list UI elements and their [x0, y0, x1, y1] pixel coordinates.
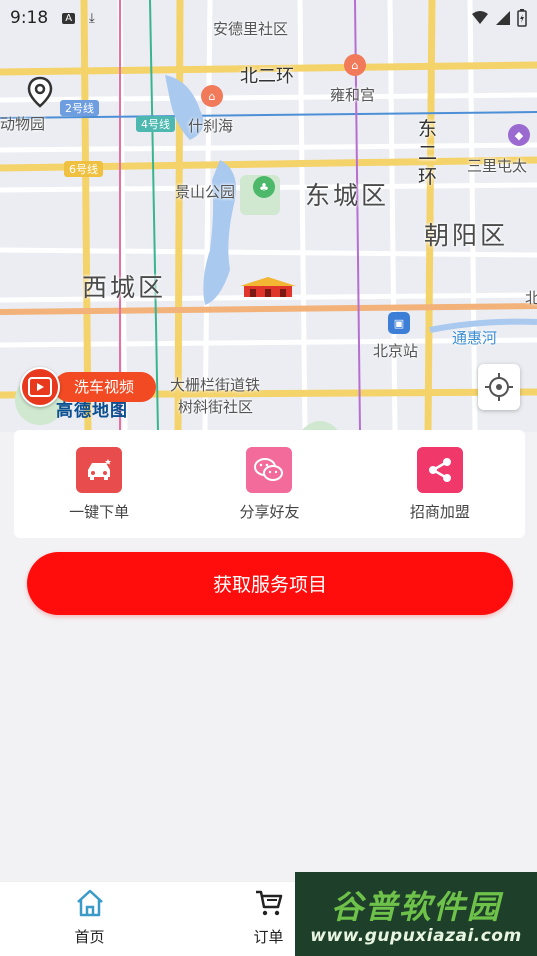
map-label-dongcheng: 东城区	[305, 181, 390, 210]
tab-orders-label: 订单	[253, 928, 284, 946]
map-label-line4: 4号线	[136, 116, 175, 132]
map-label-jingshan: 景山公园	[175, 183, 236, 201]
notification-a-icon: A	[62, 12, 76, 24]
wifi-icon	[472, 11, 488, 24]
map-label-er: 二	[418, 142, 438, 164]
map-view[interactable]: 安德里社区 北二环 雍和宫 什刹海 东 二 环 三里屯太 景山公园 东城区 朝阳…	[0, 0, 537, 432]
share-friends-button[interactable]: 分享好友	[184, 430, 354, 538]
map-label-huan: 环	[418, 166, 438, 188]
map-label-sanlitun: 三里屯太	[467, 157, 528, 175]
cart-icon	[255, 890, 282, 916]
franchise-label: 招商加盟	[409, 502, 470, 521]
train-station-icon[interactable]: ▣	[388, 312, 410, 334]
share-icon	[416, 446, 463, 493]
get-service-items-label: 获取服务项目	[212, 574, 327, 596]
map-label-shuxie: 树斜街社区	[178, 398, 254, 416]
map-label-bei: 北	[525, 289, 537, 307]
map-label-dong: 东	[418, 118, 438, 140]
map-pin-icon[interactable]	[22, 74, 58, 110]
scenic-poi-icon[interactable]: ⌂	[201, 85, 223, 107]
one-click-order-button[interactable]: 一键下单	[14, 430, 184, 538]
locate-button[interactable]	[478, 364, 520, 410]
watermark: 谷普软件园 www.gupuxiazai.com	[295, 872, 537, 956]
shopping-poi-icon[interactable]: ◆	[508, 124, 530, 146]
one-click-order-label: 一键下单	[69, 502, 130, 521]
watermark-title: 谷普软件园	[330, 888, 501, 926]
wechat-icon	[246, 446, 293, 493]
battery-icon	[517, 9, 527, 27]
status-time: 9:18	[10, 8, 49, 28]
map-label-line2: 2号线	[60, 100, 99, 116]
car-wash-icon	[76, 446, 123, 493]
map-label-dashilan: 大栅栏街道铁	[170, 376, 261, 394]
map-label-shichahai: 什刹海	[188, 117, 234, 135]
download-icon: ⤓	[89, 10, 95, 26]
share-friends-label: 分享好友	[239, 502, 300, 521]
signal-icon	[496, 11, 510, 25]
action-card: 一键下单 分享好友 招商加盟	[14, 430, 525, 538]
watermark-url: www.gupuxiazai.com	[310, 926, 522, 946]
map-label-zoo: 动物园	[0, 115, 46, 133]
map-label-chaoyang: 朝阳区	[424, 221, 509, 250]
map-label-beierhuan: 北二环	[240, 66, 294, 87]
status-bar: 9:18 A ⤓	[0, 0, 537, 36]
franchise-button[interactable]: 招商加盟	[355, 430, 525, 538]
get-service-items-button[interactable]: 获取服务项目	[27, 552, 513, 615]
video-button-label: 洗车视频	[54, 372, 157, 402]
map-label-xicheng: 西城区	[82, 273, 167, 302]
tab-home-label: 首页	[74, 928, 105, 946]
crosshair-icon	[485, 373, 513, 401]
home-icon	[76, 889, 103, 917]
car-wash-video-button[interactable]: 洗车视频	[20, 367, 157, 407]
park-poi-icon[interactable]: ♣	[253, 176, 275, 198]
temple-poi-icon[interactable]: ⌂	[344, 54, 366, 76]
map-label-beijingzhan: 北京站	[373, 342, 419, 360]
video-play-icon	[20, 367, 60, 407]
map-label-tonghuihe: 通惠河	[452, 329, 498, 347]
map-label-line6: 6号线	[64, 161, 103, 177]
map-label-yonghegong: 雍和宫	[330, 86, 376, 104]
tiananmen-icon[interactable]	[240, 275, 296, 299]
tab-home[interactable]: 首页	[0, 882, 179, 956]
